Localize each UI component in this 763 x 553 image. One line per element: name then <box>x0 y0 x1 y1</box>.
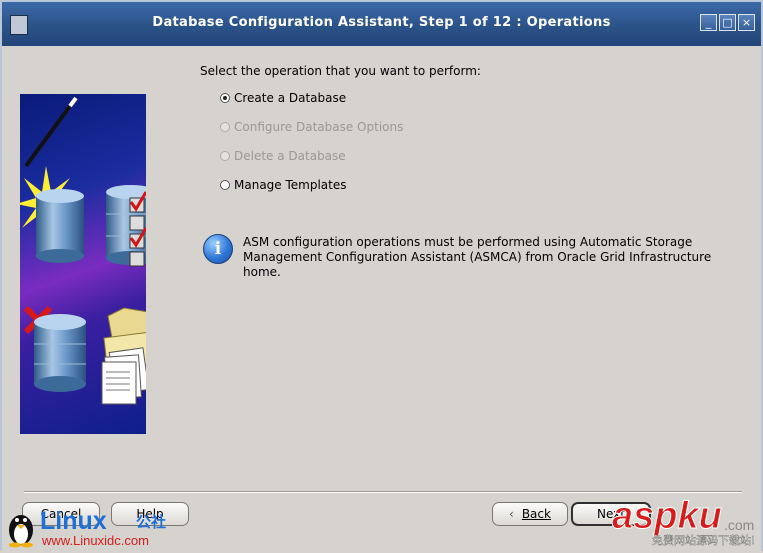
radio-button <box>220 122 230 132</box>
maximize-button[interactable]: □ <box>719 14 736 31</box>
info-icon: i <box>203 234 233 264</box>
radio-button[interactable] <box>220 93 230 103</box>
window-title: Database Configuration Assistant, Step 1… <box>152 15 611 30</box>
option-label: Configure Database Options <box>234 120 404 134</box>
chevron-left-icon: ‹ <box>509 507 514 521</box>
option-create-database[interactable]: Create a Database <box>220 90 346 106</box>
database-icon <box>34 314 86 392</box>
option-label[interactable]: Create a Database <box>234 91 346 105</box>
minimize-icon: _ <box>705 16 712 29</box>
option-manage-templates[interactable]: Manage Templates <box>220 177 347 193</box>
radio-button[interactable] <box>220 180 230 190</box>
aspku-watermark: aspku .com 免费网站源码下载站! <box>612 494 762 550</box>
linux-brand-text: Linux <box>40 507 107 535</box>
option-label: Delete a Database <box>234 149 346 163</box>
linuxidc-url: www.Linuxidc.com <box>41 533 149 548</box>
option-configure-database-options: Configure Database Options <box>220 119 403 135</box>
maximize-icon: □ <box>722 16 733 29</box>
aspku-caption: 免费网站源码下载站! <box>652 533 755 547</box>
info-line-2: Management Configuration Assistant (ASMC… <box>243 250 712 279</box>
footer-separator <box>24 491 742 493</box>
checklist-icon <box>129 191 146 267</box>
close-button[interactable]: × <box>738 14 755 31</box>
radio-button <box>220 151 230 161</box>
back-button[interactable]: ‹ Back <box>492 502 568 526</box>
option-label[interactable]: Manage Templates <box>234 178 347 192</box>
option-delete-database: Delete a Database <box>220 148 346 164</box>
linux-brand-cn-text: 公社 <box>136 513 166 531</box>
title-bar[interactable]: Database Configuration Assistant, Step 1… <box>0 0 763 46</box>
penguin-icon <box>9 515 33 548</box>
aspku-suffix-text: .com <box>724 517 754 533</box>
aspku-brand-text: aspku <box>612 495 722 537</box>
wand-icon <box>24 104 72 168</box>
minimize-button[interactable]: _ <box>700 14 717 31</box>
asm-info-message: ASM configuration operations must be per… <box>243 235 743 280</box>
close-icon: × <box>741 16 752 29</box>
linuxidc-watermark: Linux 公社 www.Linuxidc.com <box>4 500 194 548</box>
operation-prompt: Select the operation that you want to pe… <box>200 64 481 78</box>
info-line-1: ASM configuration operations must be per… <box>243 235 693 249</box>
wizard-illustration <box>20 94 146 434</box>
back-button-label: Back <box>521 507 551 521</box>
database-icon <box>36 189 84 263</box>
